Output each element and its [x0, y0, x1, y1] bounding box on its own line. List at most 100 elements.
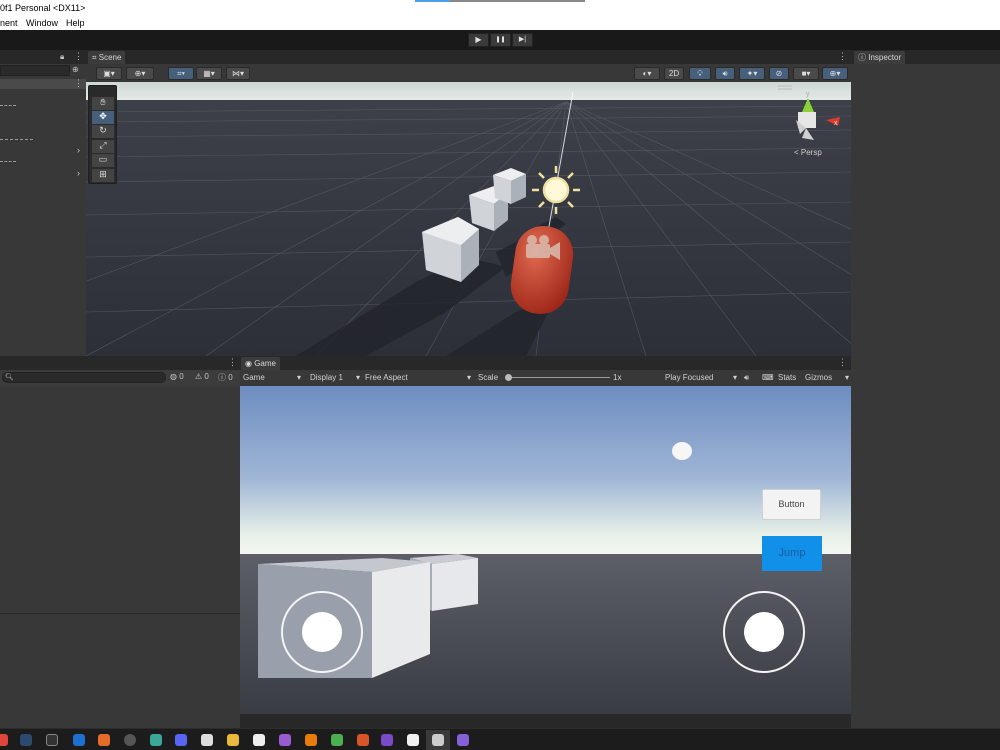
media-icon[interactable]: [73, 734, 85, 746]
rect-tool-icon[interactable]: ▭: [92, 154, 114, 167]
window-title: 0f1 Personal <DX11>: [0, 3, 86, 13]
draw-mode-icon[interactable]: ▣▾: [96, 67, 122, 80]
hand-tool-icon[interactable]: ✋︎: [92, 97, 114, 110]
log-count[interactable]: ◍ 0: [170, 372, 184, 381]
blender-icon[interactable]: [305, 734, 317, 746]
tab-game[interactable]: ◉ Game: [241, 357, 280, 370]
gizmos-value: Gizmos: [805, 373, 833, 382]
toggle-2d-button[interactable]: 2D: [664, 67, 684, 80]
xbox-icon[interactable]: [201, 734, 213, 746]
github-icon[interactable]: [279, 734, 291, 746]
mute-audio-icon[interactable]: 🔊︎: [744, 372, 749, 384]
office-icon[interactable]: [357, 734, 369, 746]
stats-button[interactable]: Stats: [778, 372, 796, 384]
row-more-icon[interactable]: ⋮: [74, 78, 83, 89]
firefox-icon[interactable]: [98, 734, 110, 746]
folder-icon[interactable]: [227, 734, 239, 746]
gizmos-select[interactable]: Gizmos ▾: [805, 372, 849, 384]
grid-snap-icon[interactable]: ⌗▾: [168, 67, 194, 80]
menu-help[interactable]: Help: [66, 16, 85, 30]
play-mode-select[interactable]: Play Focused ▾: [665, 372, 737, 384]
play-button[interactable]: ▶: [468, 33, 489, 47]
more-menu-icon[interactable]: ⋮: [838, 51, 847, 62]
menu-bar: nent Window Help: [0, 16, 1000, 30]
taskbar: [0, 728, 1000, 750]
gizmos-icon[interactable]: ⊕▾: [822, 67, 848, 80]
window-titlebar: 0f1 Personal <DX11>: [0, 0, 1000, 16]
separator-line: [0, 139, 33, 140]
pause-button[interactable]: ❚❚: [490, 33, 511, 47]
console-panel: ⋮ 🔍︎ ◍ 0 ⚠ 0 ⓘ 0: [0, 356, 240, 728]
chevron-right-icon[interactable]: ›: [77, 168, 80, 178]
shotcut-icon[interactable]: [381, 734, 393, 746]
add-icon[interactable]: ⊕: [72, 65, 79, 74]
game-viewport[interactable]: [240, 386, 851, 714]
align-icon[interactable]: ⋈▾: [226, 67, 250, 80]
scene-toolbar: ▣▾ ⊕▾ ⌗▾ ▦▾ ⋈▾ ◐▾ 2D 💡︎ 🔊︎ ✦▾ ⊘ ■▾ ⊕▾: [86, 64, 851, 82]
console-tabbar: ⋮: [0, 356, 240, 370]
scene-tools-overlay: ✋︎ ✥ ↻ ⤢ ▭ ⊞: [88, 85, 117, 184]
main-toolbar: ▶ ❚❚ ▶|: [0, 30, 1000, 50]
chevron-down-icon: ▾: [355, 373, 360, 382]
effects-icon[interactable]: ✦▾: [739, 67, 765, 80]
menu-component[interactable]: nent: [0, 16, 18, 30]
camera-settings-icon[interactable]: ■▾: [793, 67, 819, 80]
menu-window[interactable]: Window: [26, 16, 58, 30]
notes-icon[interactable]: [407, 734, 419, 746]
gizmo-y-label: y: [806, 91, 810, 98]
scale-slider-track[interactable]: [506, 377, 610, 378]
visual-studio-icon[interactable]: [457, 734, 469, 746]
jump-button[interactable]: Jump: [762, 536, 822, 571]
scene-row-selected[interactable]: ⋮: [0, 78, 86, 89]
unity-hub-icon[interactable]: [253, 734, 265, 746]
hierarchy-tabbar: 🔒︎ ⋮: [0, 50, 86, 64]
rotate-tool-icon[interactable]: ↻: [92, 125, 114, 138]
step-button[interactable]: ▶|: [512, 33, 533, 47]
lock-icon[interactable]: 🔒︎: [60, 52, 64, 62]
ui-button[interactable]: Button: [762, 489, 821, 520]
tab-scene[interactable]: ⌗ Scene: [88, 51, 126, 64]
audio-icon[interactable]: 🔊︎: [715, 67, 735, 80]
hidden-objects-icon[interactable]: ⊘: [769, 67, 789, 80]
transform-tool-icon[interactable]: ⊞: [92, 169, 114, 182]
unity-icon[interactable]: [432, 734, 444, 746]
warning-count[interactable]: ⚠ 0: [195, 372, 209, 381]
more-menu-icon[interactable]: ⋮: [74, 51, 83, 62]
scale-label: Scale: [478, 373, 499, 382]
hierarchy-search-input[interactable]: [0, 65, 70, 76]
scale-slider-handle[interactable]: [505, 374, 512, 381]
increment-snap-icon[interactable]: ▦▾: [196, 67, 222, 80]
message-icon: ◍: [170, 372, 177, 381]
scene-tabbar: ⌗ Scene ⋮: [86, 50, 851, 64]
scene-viewport[interactable]: y x < Persp: [86, 82, 851, 356]
discord-icon[interactable]: [175, 734, 187, 746]
game-panel: ◉ Game ⋮ Game ▾ Display 1 ▾ Free Aspect ▾ S…: [240, 356, 851, 728]
shading-icon[interactable]: ◐▾: [634, 67, 660, 80]
display-select[interactable]: Display 1 ▾: [310, 372, 360, 384]
console-search-input[interactable]: 🔍︎: [2, 372, 166, 383]
more-menu-icon[interactable]: ⋮: [228, 357, 237, 368]
tab-inspector[interactable]: ⓘ Inspector: [854, 51, 906, 64]
left-joystick-knob: [302, 612, 342, 652]
scale-tool-icon[interactable]: ⤢: [92, 140, 114, 153]
separator-line: [0, 105, 16, 106]
separator-line: [0, 161, 16, 162]
chrome-icon[interactable]: [0, 734, 8, 746]
error-count[interactable]: ⓘ 0: [218, 372, 233, 383]
terminal-icon[interactable]: [150, 734, 162, 746]
sun-disc: [672, 442, 692, 460]
epic-icon[interactable]: [46, 734, 58, 746]
keyboard-icon[interactable]: ⌨︎: [762, 372, 774, 384]
more-menu-icon[interactable]: ⋮: [838, 357, 847, 368]
chevron-down-icon: ▾: [296, 373, 301, 382]
tab-game-label: Game: [254, 359, 276, 368]
view-select[interactable]: Game ▾: [243, 372, 301, 384]
aspect-select[interactable]: Free Aspect ▾: [365, 372, 471, 384]
chrome-alt-icon[interactable]: [331, 734, 343, 746]
move-tool-icon[interactable]: ✥: [92, 111, 114, 124]
steam-icon[interactable]: [20, 734, 32, 746]
obs-icon[interactable]: [124, 734, 136, 746]
global-icon[interactable]: ⊕▾: [126, 67, 154, 80]
lighting-icon[interactable]: 💡︎: [689, 67, 711, 80]
chevron-right-icon[interactable]: ›: [77, 145, 80, 155]
